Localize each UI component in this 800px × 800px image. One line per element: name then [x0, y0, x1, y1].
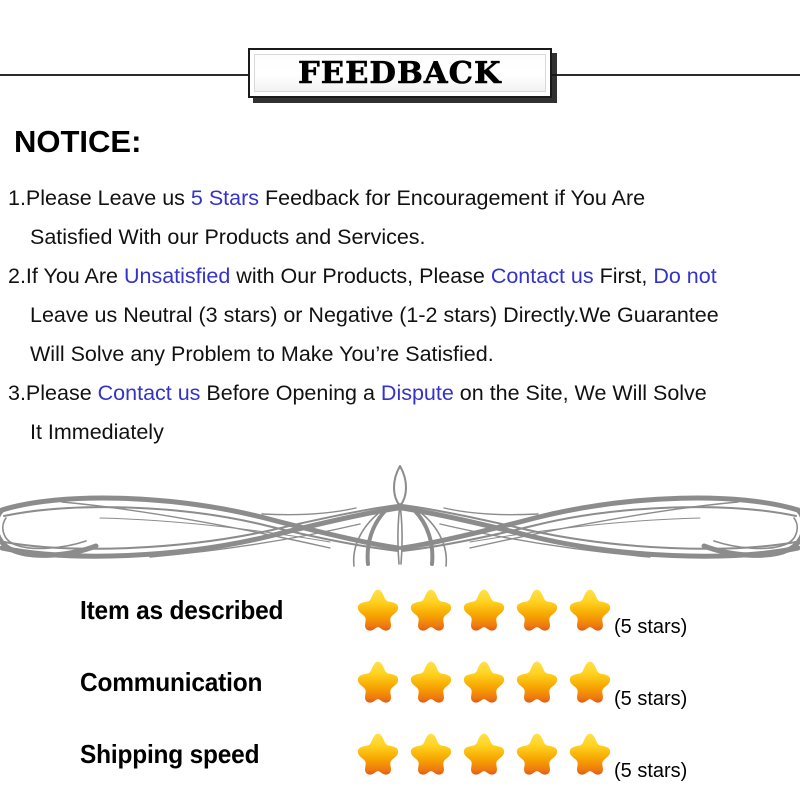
highlighted-text: 5 Stars — [190, 186, 260, 210]
notice-text: Before Opening a — [200, 381, 381, 405]
notice-line: 2.If You Are Unsatisfied with Our Produc… — [8, 264, 717, 288]
ratings-section: Item as described (5 stars) Communication (… — [0, 568, 800, 790]
notice-item: 3.Please Contact us Before Opening a Dis… — [0, 374, 800, 452]
notice-text: 1.Please Leave us — [8, 186, 191, 210]
star-icon — [357, 661, 399, 703]
star-rating[interactable] — [355, 587, 613, 633]
notice-text: First, — [593, 264, 654, 288]
star-icon — [569, 661, 611, 703]
notice-text: 3.Please — [8, 381, 98, 405]
highlighted-text: Do not — [653, 264, 717, 288]
notice-line: Satisfied With our Products and Services… — [8, 218, 800, 257]
rating-row: Communication (5 stars) — [0, 646, 800, 718]
star-icon — [516, 733, 558, 775]
star-icon — [569, 589, 611, 631]
header-banner-area: FEEDBACK — [0, 0, 800, 112]
notice-line: It Immediately — [8, 413, 800, 452]
notice-text: Will Solve any Problem to Make You’re Sa… — [30, 342, 494, 366]
notice-text: Leave us Neutral (3 stars) or Negative (… — [30, 303, 719, 327]
notice-line: 3.Please Contact us Before Opening a Dis… — [8, 381, 707, 405]
star-icon — [516, 661, 558, 703]
rating-label: Communication — [80, 666, 263, 697]
notice-text: It Immediately — [30, 420, 164, 444]
notice-text: Satisfied With our Products and Services… — [30, 225, 426, 249]
notice-item: 1.Please Leave us 5 Stars Feedback for E… — [0, 179, 800, 257]
notice-text: Feedback for Encouragement if You Are — [259, 186, 646, 210]
star-icon — [410, 589, 452, 631]
star-icon — [357, 589, 399, 631]
star-rating[interactable] — [355, 731, 613, 777]
star-rating[interactable] — [355, 659, 613, 705]
star-icon — [410, 661, 452, 703]
star-icon — [463, 661, 505, 703]
page-title: NOTICE: — [14, 124, 142, 159]
highlighted-text: Contact us — [97, 381, 201, 405]
rating-count-label: (5 stars) — [614, 616, 688, 638]
notice-line: Leave us Neutral (3 stars) or Negative (… — [8, 296, 800, 335]
notice-text: 2.If You Are — [8, 264, 124, 288]
rating-label: Item as described — [80, 594, 284, 625]
banner-title: FEEDBACK — [298, 55, 502, 91]
star-icon — [463, 733, 505, 775]
notice-item: 2.If You Are Unsatisfied with Our Produc… — [0, 257, 800, 374]
highlighted-text: Contact us — [490, 264, 594, 288]
rating-count-label: (5 stars) — [614, 760, 688, 782]
feedback-banner: FEEDBACK — [248, 48, 552, 98]
notice-section: NOTICE: 1.Please Leave us 5 Stars Feedba… — [0, 112, 800, 452]
rating-row: Shipping speed (5 stars) — [0, 718, 800, 790]
star-icon — [463, 589, 505, 631]
notice-text: with Our Products, Please — [230, 264, 491, 288]
star-icon — [516, 589, 558, 631]
notice-line: Will Solve any Problem to Make You’re Sa… — [8, 335, 800, 374]
rating-count-label: (5 stars) — [614, 688, 688, 710]
rating-label: Shipping speed — [80, 738, 260, 769]
notice-text: on the Site, We Will Solve — [453, 381, 707, 405]
rating-row: Item as described (5 stars) — [0, 574, 800, 646]
highlighted-text: Unsatisfied — [123, 264, 231, 288]
star-icon — [410, 733, 452, 775]
notice-list: 1.Please Leave us 5 Stars Feedback for E… — [0, 157, 800, 452]
notice-line: 1.Please Leave us 5 Stars Feedback for E… — [8, 186, 645, 210]
highlighted-text: Dispute — [380, 381, 454, 405]
ornament-divider — [0, 458, 800, 568]
star-icon — [569, 733, 611, 775]
star-icon — [357, 733, 399, 775]
